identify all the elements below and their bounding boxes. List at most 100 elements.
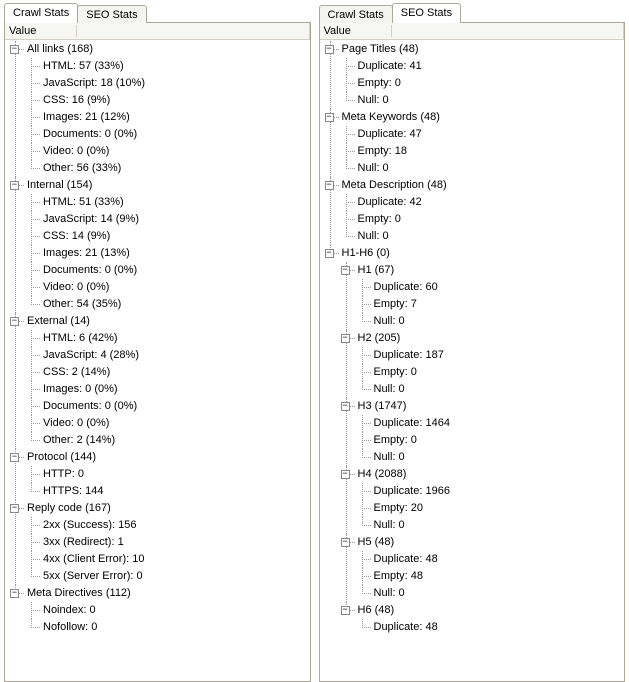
tree-node[interactable]: HTML: 6 (42%) <box>25 330 310 347</box>
collapse-icon[interactable] <box>325 249 334 258</box>
collapse-icon[interactable] <box>10 453 19 462</box>
tree-node[interactable]: JavaScript: 18 (10%) <box>25 75 310 92</box>
tree-node[interactable]: Empty: 20 <box>356 500 625 517</box>
tree-node[interactable]: Empty: 7 <box>356 296 625 313</box>
tree-node[interactable]: Meta Keywords (48) Duplicate: 47Empty: 18… <box>322 109 625 177</box>
tree-node[interactable]: External (14)HTML: 6 (42%)JavaScript: 4 … <box>7 313 310 449</box>
tree-node[interactable]: Empty: 0 <box>356 432 625 449</box>
tree-node[interactable]: Protocol (144)HTTP: 0HTTPS: 144 <box>7 449 310 500</box>
tree-node[interactable]: Documents: 0 (0%) <box>25 126 310 143</box>
tree-node[interactable]: All links (168)HTML: 57 (33%)JavaScript:… <box>7 41 310 177</box>
tree-node[interactable]: JavaScript: 4 (28%) <box>25 347 310 364</box>
collapse-icon[interactable] <box>10 504 19 513</box>
collapse-icon[interactable] <box>10 45 19 54</box>
tree-node[interactable]: 3xx (Redirect): 1 <box>25 534 310 551</box>
tree-node[interactable]: Reply code (167)2xx (Success): 1563xx (R… <box>7 500 310 585</box>
tree-node[interactable]: Duplicate: 60 <box>356 279 625 296</box>
tree-node[interactable]: 2xx (Success): 156 <box>25 517 310 534</box>
collapse-icon[interactable] <box>341 334 350 343</box>
tree-node[interactable]: Video: 0 (0%) <box>25 143 310 160</box>
tree-node[interactable]: H4 (2088)Duplicate: 1966Empty: 20Null: 0 <box>340 466 625 534</box>
tree-node-label: Documents: 0 (0%) <box>41 400 137 412</box>
tab-crawl-stats[interactable]: Crawl Stats <box>4 3 78 23</box>
tree-node[interactable]: Images: 21 (13%) <box>25 245 310 262</box>
collapse-icon[interactable] <box>10 589 19 598</box>
collapse-icon[interactable] <box>325 181 334 190</box>
tree-node[interactable]: JavaScript: 14 (9%) <box>25 211 310 228</box>
tree-node-label: Duplicate: 41 <box>356 60 422 72</box>
tree-node-label: Other: 2 (14%) <box>41 434 115 446</box>
tree-node[interactable]: Null: 0 <box>356 449 625 466</box>
collapse-icon[interactable] <box>325 113 334 122</box>
tree-node[interactable]: Duplicate: 1966 <box>356 483 625 500</box>
tree-node[interactable]: Documents: 0 (0%) <box>25 262 310 279</box>
collapse-icon[interactable] <box>10 181 19 190</box>
tree-node[interactable]: Null: 0 <box>340 160 625 177</box>
collapse-icon[interactable] <box>341 402 350 411</box>
tree-node[interactable]: Nofollow: 0 <box>25 619 310 636</box>
tree-node[interactable]: CSS: 16 (9%) <box>25 92 310 109</box>
tree-node[interactable]: Duplicate: 187 <box>356 347 625 364</box>
tree-node[interactable]: HTTPS: 144 <box>25 483 310 500</box>
tree-node[interactable]: Duplicate: 1464 <box>356 415 625 432</box>
tree-node[interactable]: Null: 0 <box>356 381 625 398</box>
tree-node[interactable]: Empty: 0 <box>340 75 625 92</box>
tree-node[interactable]: Null: 0 <box>340 228 625 245</box>
tree-node[interactable]: Internal (154)HTML: 51 (33%)JavaScript: … <box>7 177 310 313</box>
tree-node[interactable]: Page Titles (48)Duplicate: 41Empty: 0Nul… <box>322 41 625 109</box>
tree-node[interactable]: Null: 0 <box>340 92 625 109</box>
tree-node[interactable]: Noindex: 0 <box>25 602 310 619</box>
tree-node[interactable]: Duplicate: 42 <box>340 194 625 211</box>
column-header[interactable]: Value <box>320 23 625 40</box>
tree-node[interactable]: Other: 2 (14%) <box>25 432 310 449</box>
collapse-icon[interactable] <box>10 317 19 326</box>
tree-node[interactable]: Empty: 48 <box>356 568 625 585</box>
tree-node[interactable]: H5 (48)Duplicate: 48Empty: 48Null: 0 <box>340 534 625 602</box>
tree-node[interactable]: Other: 56 (33%) <box>25 160 310 177</box>
tree-node[interactable]: Null: 0 <box>356 517 625 534</box>
tab-crawl-stats[interactable]: Crawl Stats <box>319 5 393 23</box>
collapse-icon[interactable] <box>341 538 350 547</box>
left-tree: All links (168)HTML: 57 (33%)JavaScript:… <box>7 41 310 636</box>
tree-node[interactable]: Empty: 0 <box>356 364 625 381</box>
tree-node[interactable]: CSS: 2 (14%) <box>25 364 310 381</box>
tree-node[interactable]: Meta Directives (112)Noindex: 0Nofollow:… <box>7 585 310 636</box>
tree-node[interactable]: CSS: 14 (9%) <box>25 228 310 245</box>
collapse-icon[interactable] <box>341 470 350 479</box>
tree-node[interactable]: H2 (205)Duplicate: 187Empty: 0Null: 0 <box>340 330 625 398</box>
tree-node[interactable]: 4xx (Client Error): 10 <box>25 551 310 568</box>
tab-seo-stats[interactable]: SEO Stats <box>392 3 461 23</box>
tree-node[interactable]: HTTP: 0 <box>25 466 310 483</box>
tree-node[interactable]: Null: 0 <box>356 313 625 330</box>
tree-node[interactable]: H3 (1747)Duplicate: 1464Empty: 0Null: 0 <box>340 398 625 466</box>
tab-seo-stats[interactable]: SEO Stats <box>77 5 146 23</box>
tree-node[interactable]: Empty: 18 <box>340 143 625 160</box>
tree-node[interactable]: H1-H6 (0)H1 (67)Duplicate: 60Empty: 7Nul… <box>322 245 625 636</box>
tree-node[interactable]: Empty: 0 <box>340 211 625 228</box>
tree-node[interactable]: 5xx (Server Error): 0 <box>25 568 310 585</box>
tree-node[interactable]: Null: 0 <box>356 585 625 602</box>
tree-node[interactable]: Video: 0 (0%) <box>25 279 310 296</box>
tree-node[interactable]: HTML: 57 (33%) <box>25 58 310 75</box>
tree-node[interactable]: H1 (67)Duplicate: 60Empty: 7Null: 0 <box>340 262 625 330</box>
tree-node[interactable]: Duplicate: 47 <box>340 126 625 143</box>
tree-node[interactable]: Duplicate: 48 <box>356 551 625 568</box>
tree-node[interactable]: Video: 0 (0%) <box>25 415 310 432</box>
tree-node[interactable]: Meta Description (48)Duplicate: 42Empty:… <box>322 177 625 245</box>
tree-node[interactable]: Images: 21 (12%) <box>25 109 310 126</box>
collapse-icon[interactable] <box>325 45 334 54</box>
right-tree-scroll[interactable]: Page Titles (48)Duplicate: 41Empty: 0Nul… <box>320 40 625 681</box>
collapse-icon[interactable] <box>341 606 350 615</box>
tree-node[interactable]: HTML: 51 (33%) <box>25 194 310 211</box>
tree-node[interactable]: Duplicate: 48 <box>356 619 625 636</box>
left-tree-scroll[interactable]: All links (168)HTML: 57 (33%)JavaScript:… <box>5 40 310 681</box>
collapse-icon[interactable] <box>341 266 350 275</box>
tree-node[interactable]: Documents: 0 (0%) <box>25 398 310 415</box>
tree-node-label: JavaScript: 14 (9%) <box>41 213 139 225</box>
tree-node[interactable]: Other: 54 (35%) <box>25 296 310 313</box>
tree-node[interactable]: Images: 0 (0%) <box>25 381 310 398</box>
column-header[interactable]: Value <box>5 23 310 40</box>
tree-node-label: Meta Keywords (48) <box>340 111 440 123</box>
tree-node[interactable]: Duplicate: 41 <box>340 58 625 75</box>
tree-node[interactable]: H6 (48)Duplicate: 48 <box>340 602 625 636</box>
